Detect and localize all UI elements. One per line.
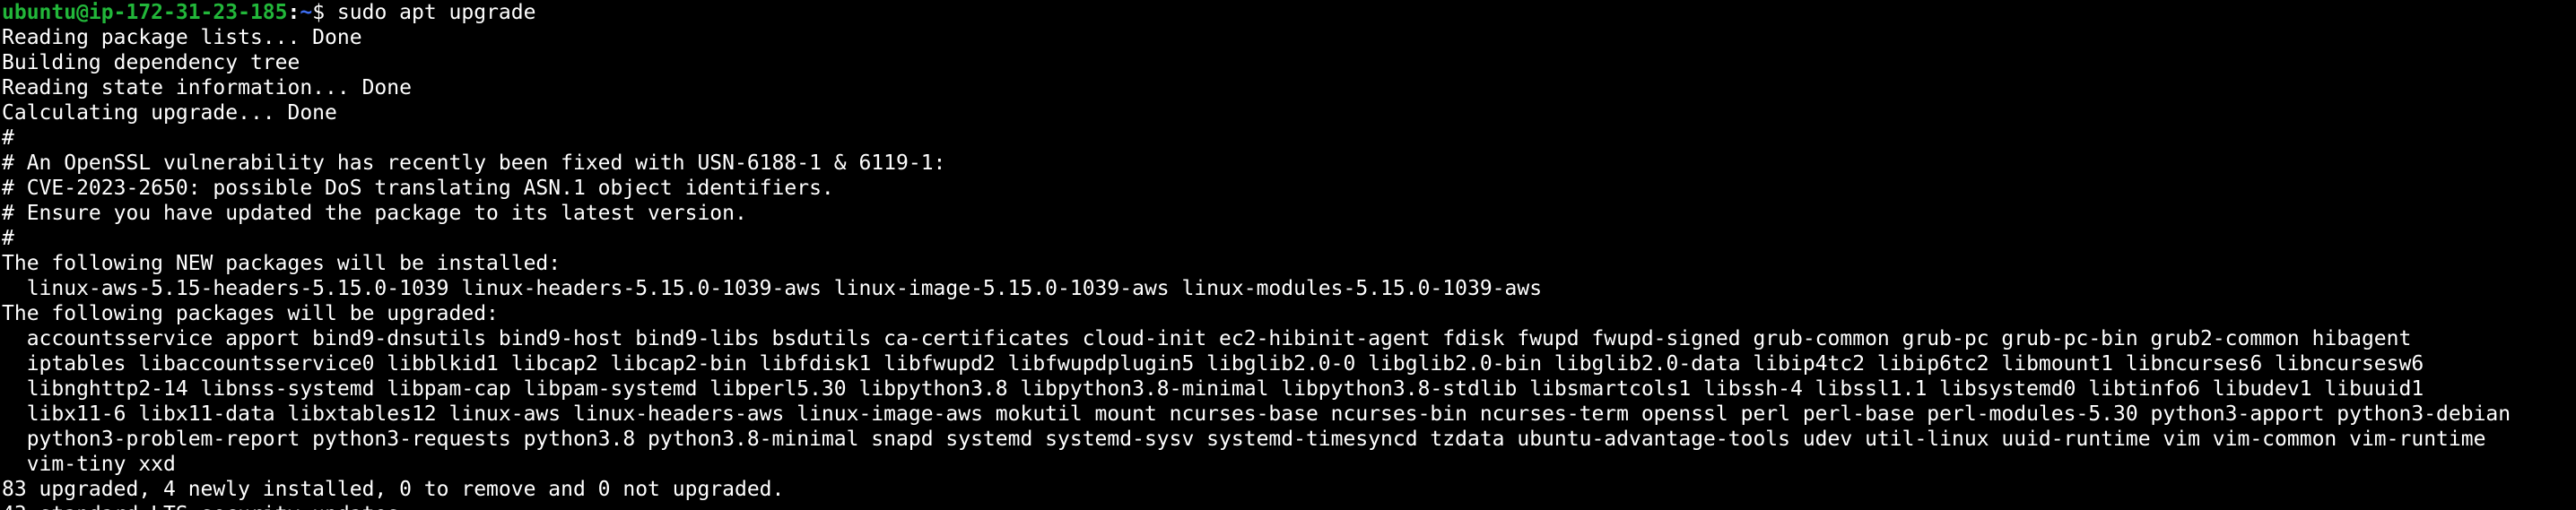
output-line: libnghttp2-14 libnss-systemd libpam-cap … [2,377,2424,401]
output-line: python3-problem-report python3-requests … [2,428,2486,451]
output-line: iptables libaccountsservice0 libblkid1 l… [2,352,2424,376]
output-line: Reading package lists... Done [2,26,362,49]
output-line: Reading state information... Done [2,76,412,99]
output-line: # An OpenSSL vulnerability has recently … [2,151,946,175]
output-line: # [2,126,14,150]
prompt-user-host: ubuntu@ip-172-31-23-185 [2,1,288,24]
output-line: vim-tiny xxd [2,453,176,476]
prompt-symbol: $ [312,1,337,24]
prompt-path: ~ [300,1,313,24]
prompt-command: sudo apt upgrade [336,1,536,24]
prompt-separator: : [287,1,300,24]
output-line: accountsservice apport bind9-dnsutils bi… [2,327,2412,350]
output-line: libx11-6 libx11-data libxtables12 linux-… [2,402,2511,426]
output-line: Calculating upgrade... Done [2,101,337,125]
output-line: 83 upgraded, 4 newly installed, 0 to rem… [2,478,785,501]
output-line: linux-aws-5.15-headers-5.15.0-1039 linux… [2,277,1543,300]
output-line: # CVE-2023-2650: possible DoS translatin… [2,177,834,200]
output-line: # Ensure you have updated the package to… [2,202,747,225]
output-line: The following packages will be upgraded: [2,302,499,325]
output-line: 43 standard LTS security updates [2,502,2576,510]
output-line: The following NEW packages will be insta… [2,252,561,275]
terminal-window[interactable]: ubuntu@ip-172-31-23-185:~$ sudo apt upgr… [0,0,2576,510]
output-line: Building dependency tree [2,51,300,74]
prompt-line: ubuntu@ip-172-31-23-185:~$ sudo apt upgr… [2,0,2576,25]
output-line: # [2,227,14,250]
